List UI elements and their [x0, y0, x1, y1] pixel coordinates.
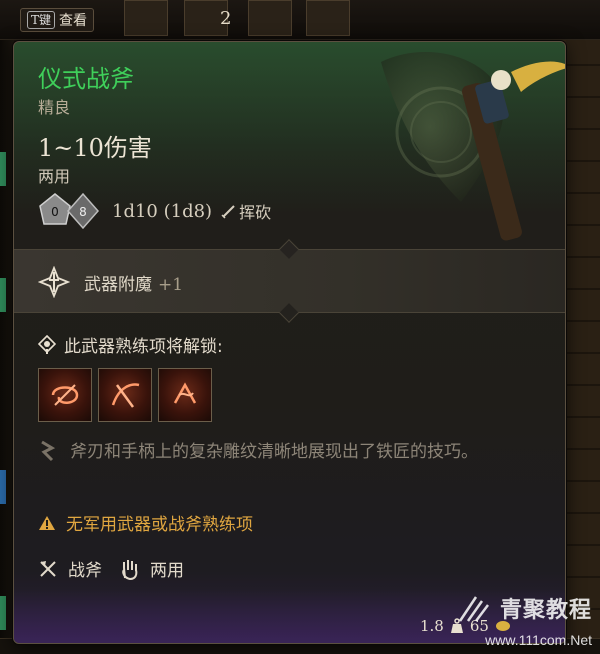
- warning-icon: [39, 515, 55, 530]
- dice-icon: 0 8: [38, 192, 100, 230]
- slash-icon: [221, 205, 235, 219]
- edge-indicator: [0, 152, 6, 186]
- grip-tag: 两用: [120, 556, 184, 581]
- watermark-logo-icon: [458, 596, 489, 622]
- enchant-label: 武器附魔 +1: [84, 270, 183, 295]
- divider-notch: [279, 303, 299, 323]
- die2-value: 8: [79, 205, 87, 219]
- edge-indicator: [0, 470, 6, 504]
- watermark: 青聚教程: [456, 592, 592, 624]
- right-scene-edge: [566, 40, 600, 640]
- item-damage: 1~10伤害: [38, 134, 152, 162]
- item-rarity: 精良: [38, 98, 71, 117]
- hotbar-slot-map[interactable]: [306, 0, 350, 36]
- hotkey-label: 查看: [59, 13, 88, 29]
- d8-die: 8: [66, 192, 100, 230]
- inspect-hotkey[interactable]: T键 查看: [20, 8, 95, 32]
- hotbar-slot-scroll[interactable]: [124, 0, 168, 36]
- dice-formula: 1d10 (1d8): [112, 200, 213, 222]
- proficiency-warning: 无军用武器或战斧熟练项: [66, 515, 253, 535]
- unlocked-skills: [38, 368, 212, 422]
- hotkey-badge: T键: [27, 11, 56, 29]
- damage-dice-row: 0 8 1d10 (1d8) 挥砍: [38, 192, 271, 230]
- weight-value: 1.8: [420, 617, 444, 635]
- item-tags: 战斧 两用: [38, 556, 184, 581]
- enchant-bonus: +1: [158, 275, 184, 295]
- unlock-icon: [38, 334, 56, 354]
- lore-text: 斧刃和手柄上的复杂雕纹清晰地展现出了铁匠的技巧。: [70, 442, 478, 462]
- item-handedness: 两用: [38, 167, 71, 186]
- proficiency-skill-1[interactable]: [38, 368, 92, 422]
- enchant-section: 武器附魔 +1: [14, 239, 565, 323]
- axe-type-icon: [40, 560, 56, 577]
- attack-type-label: 挥砍: [239, 203, 272, 222]
- die1-value: 0: [51, 205, 59, 219]
- lore-row: 斧刃和手柄上的复杂雕纹清晰地展现出了铁匠的技巧。: [38, 438, 548, 466]
- unlock-heading: 此武器熟练项将解锁:: [64, 337, 223, 357]
- watermark-title: 青聚教程: [499, 598, 592, 623]
- lore-icon: [41, 440, 56, 462]
- item-tooltip: 仪式战斧 精良 1~10伤害 两用 0 8 1d10 (1d8) 挥砍 武器附魔…: [13, 41, 566, 644]
- enchant-name: 武器附魔: [84, 275, 152, 295]
- weapon-type-tag: 战斧: [38, 556, 102, 581]
- cleave-icon: [111, 383, 140, 408]
- attack-type: 挥砍: [220, 199, 271, 223]
- proficiency-skill-2[interactable]: [98, 368, 152, 422]
- unlock-heading-row: 此武器熟练项将解锁:: [38, 332, 223, 357]
- slot-count: 2: [220, 8, 232, 29]
- hotbar-slot-tool[interactable]: [248, 0, 292, 36]
- lacerate-icon: [173, 382, 197, 404]
- axe-art: [381, 52, 565, 241]
- edge-indicator: [0, 596, 6, 630]
- spin-slash-icon: [51, 384, 79, 406]
- hotbar: T键 查看 2: [0, 0, 600, 40]
- divider-notch: [279, 239, 299, 259]
- grip-label: 两用: [150, 561, 184, 581]
- hand-icon: [122, 559, 138, 580]
- watermark-url: www.111com.Net: [485, 632, 592, 648]
- item-title: 仪式战斧: [38, 65, 134, 93]
- weapon-type-label: 战斧: [68, 561, 102, 581]
- proficiency-skill-3[interactable]: [158, 368, 212, 422]
- warning-row: 无军用武器或战斧熟练项: [38, 510, 253, 535]
- edge-indicator: [0, 278, 6, 312]
- enchant-icon: [38, 266, 70, 298]
- left-panel-edge: [0, 40, 14, 640]
